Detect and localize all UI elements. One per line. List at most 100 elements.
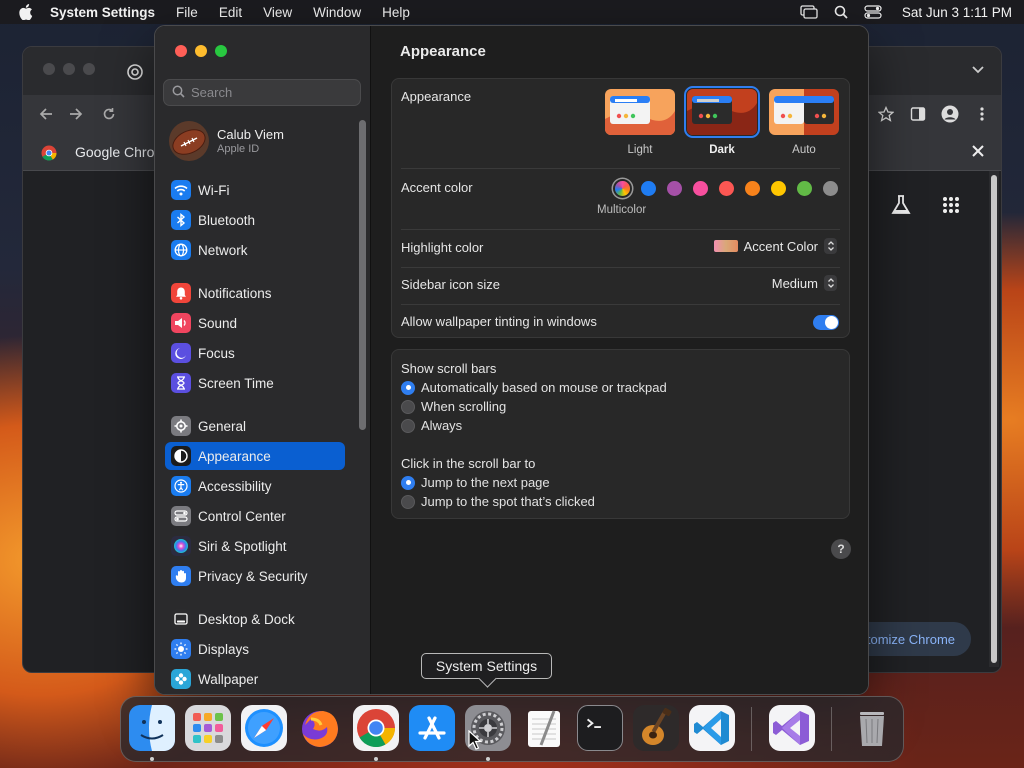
dock-safari-icon[interactable] <box>241 705 287 751</box>
sidebar-item-label: Network <box>198 242 248 258</box>
dock-textedit-icon[interactable] <box>521 705 567 751</box>
bell-icon <box>171 283 191 303</box>
close-window-button[interactable] <box>175 45 187 57</box>
sidebar-item-wallpaper[interactable]: Wallpaper <box>165 665 345 693</box>
reload-icon[interactable] <box>100 105 118 123</box>
window-controls <box>175 45 227 57</box>
sidebar-item-wifi[interactable]: Wi-Fi <box>165 176 345 204</box>
back-arrow-icon[interactable] <box>37 105 55 123</box>
app-menu[interactable]: System Settings <box>50 5 155 20</box>
scroll-option-always[interactable]: Always <box>401 418 462 433</box>
accent-swatch-blue[interactable] <box>641 181 656 196</box>
accent-swatch-red[interactable] <box>719 181 734 196</box>
radio-button[interactable] <box>401 418 415 433</box>
bookmark-star-icon[interactable] <box>877 105 895 123</box>
sidebar-item-control-center[interactable]: Control Center <box>165 502 345 530</box>
dock-chrome-icon[interactable] <box>353 705 399 751</box>
sidebar-item-appearance[interactable]: Appearance <box>165 442 345 470</box>
sidebar-item-desktop-dock[interactable]: Desktop & Dock <box>165 605 345 633</box>
accent-swatch-multicolor[interactable] <box>615 181 630 196</box>
chrome-zoom-button[interactable] <box>83 63 95 75</box>
minimize-window-button[interactable] <box>195 45 207 57</box>
dock-vscode-icon[interactable] <box>689 705 735 751</box>
dock-firefox-icon[interactable] <box>297 705 343 751</box>
dock-separator <box>831 707 832 751</box>
window-menu[interactable]: Window <box>313 5 361 20</box>
accent-swatch-green[interactable] <box>797 181 812 196</box>
appearance-option-dark[interactable] <box>684 86 760 138</box>
sidebar-item-label: Wi-Fi <box>198 182 230 198</box>
dock-app-store-icon[interactable] <box>409 705 455 751</box>
appearance-option-light[interactable] <box>605 89 675 135</box>
scroll-option-when-scrolling[interactable]: When scrolling <box>401 399 506 414</box>
dock-launchpad-icon[interactable] <box>185 705 231 751</box>
sidebar-item-bluetooth[interactable]: Bluetooth <box>165 206 345 234</box>
running-indicator <box>374 757 378 761</box>
sidebar-item-screen-time[interactable]: Screen Time <box>165 369 345 397</box>
appearance-option-auto[interactable] <box>769 89 839 135</box>
dock-garageband-icon[interactable] <box>633 705 679 751</box>
sidebar-item-displays[interactable]: Displays <box>165 635 345 663</box>
search-field[interactable] <box>163 79 361 106</box>
highlight-color-popup[interactable]: Accent Color <box>713 238 837 254</box>
chrome-tab-favicon-icon[interactable] <box>127 64 143 80</box>
radio-button[interactable] <box>401 399 415 414</box>
labs-flask-icon[interactable] <box>889 193 913 217</box>
spotlight-search-icon[interactable] <box>832 4 850 20</box>
sidebar-item-network[interactable]: Network <box>165 236 345 264</box>
wallpaper-tinting-toggle[interactable] <box>813 315 839 330</box>
scroll-option-automatic[interactable]: Automatically based on mouse or trackpad <box>401 380 667 395</box>
accent-swatch-graphite[interactable] <box>823 181 838 196</box>
screen-mirroring-icon[interactable] <box>800 4 818 20</box>
profile-icon[interactable] <box>941 105 959 123</box>
file-menu[interactable]: File <box>176 5 198 20</box>
apple-id-account[interactable]: Calub Viem Apple ID <box>169 121 284 161</box>
close-icon[interactable] <box>971 144 987 160</box>
sidebar-item-general[interactable]: General <box>165 412 345 440</box>
dock-finder-icon[interactable] <box>129 705 175 751</box>
menu-bar-clock[interactable]: Sat Jun 3 1:11 PM <box>902 5 1012 20</box>
side-panel-icon[interactable] <box>909 105 927 123</box>
dock-trash-icon[interactable] <box>849 705 895 751</box>
forward-arrow-icon[interactable] <box>67 105 85 123</box>
accent-swatch-pink[interactable] <box>693 181 708 196</box>
search-input[interactable] <box>191 85 351 100</box>
apps-grid-icon[interactable] <box>939 193 963 217</box>
view-menu[interactable]: View <box>263 5 292 20</box>
dock-terminal-icon[interactable] <box>577 705 623 751</box>
help-menu[interactable]: Help <box>382 5 410 20</box>
sidebar-item-siri-spotlight[interactable]: Siri & Spotlight <box>165 532 345 560</box>
divider <box>401 168 840 169</box>
click-option-next-page[interactable]: Jump to the next page <box>401 475 550 490</box>
radio-button[interactable] <box>401 380 415 395</box>
chevron-down-icon[interactable] <box>971 63 987 79</box>
chrome-scrollbar[interactable] <box>989 171 999 667</box>
running-indicator <box>486 757 490 761</box>
dock-visual-studio-icon[interactable] <box>769 705 815 751</box>
sidebar-item-label: Privacy & Security <box>198 568 308 584</box>
accent-swatch-purple[interactable] <box>667 181 682 196</box>
sidebar-item-sound[interactable]: Sound <box>165 309 345 337</box>
radio-button[interactable] <box>401 475 415 490</box>
apple-menu-icon[interactable] <box>16 2 36 22</box>
sidebar-scrollbar[interactable] <box>359 120 366 430</box>
click-option-spot-clicked[interactable]: Jump to the spot that’s clicked <box>401 494 595 509</box>
edit-menu[interactable]: Edit <box>219 5 242 20</box>
sidebar-item-focus[interactable]: Focus <box>165 339 345 367</box>
sidebar-item-accessibility[interactable]: Accessibility <box>165 472 345 500</box>
radio-button[interactable] <box>401 494 415 509</box>
sidebar-icon-size-popup[interactable]: Medium <box>772 275 837 291</box>
help-button[interactable]: ? <box>831 539 851 559</box>
sidebar-item-label: Focus <box>198 345 235 361</box>
sidebar-item-privacy-security[interactable]: Privacy & Security <box>165 562 345 590</box>
accent-swatch-yellow[interactable] <box>771 181 786 196</box>
chrome-minimize-button[interactable] <box>63 63 75 75</box>
control-center-icon[interactable] <box>864 4 882 20</box>
wallpaper-icon <box>171 669 191 689</box>
more-vertical-icon[interactable] <box>973 105 991 123</box>
chrome-window-controls <box>43 63 95 75</box>
sidebar-item-notifications[interactable]: Notifications <box>165 279 345 307</box>
zoom-window-button[interactable] <box>215 45 227 57</box>
accent-swatch-orange[interactable] <box>745 181 760 196</box>
chrome-close-button[interactable] <box>43 63 55 75</box>
